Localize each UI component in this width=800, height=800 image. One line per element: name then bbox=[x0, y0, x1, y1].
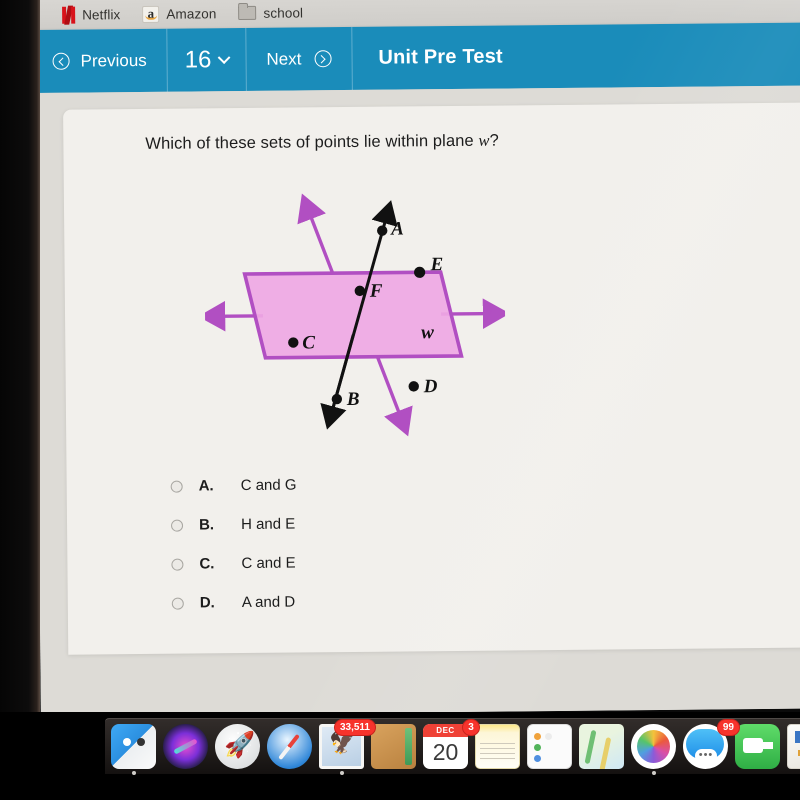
question-number-dropdown[interactable]: 16 bbox=[167, 27, 247, 92]
dock-item-finder[interactable] bbox=[111, 724, 156, 775]
bookmark-label: school bbox=[263, 4, 304, 21]
facetime-icon bbox=[735, 724, 780, 769]
plane-label-w: w bbox=[421, 322, 434, 343]
dock-item-siri[interactable] bbox=[163, 724, 208, 769]
question-card: Which of these sets of points lie within… bbox=[63, 102, 800, 655]
maps-icon bbox=[579, 724, 624, 769]
siri-icon bbox=[163, 724, 208, 769]
point-D-dot bbox=[408, 381, 419, 392]
question-text-after: ? bbox=[489, 131, 499, 150]
point-label-D: D bbox=[423, 376, 438, 397]
amazon-icon: a bbox=[142, 5, 160, 23]
point-label-E: E bbox=[429, 254, 443, 275]
contacts-icon bbox=[371, 724, 416, 769]
option-text: C and G bbox=[240, 476, 297, 495]
bookmark-school[interactable]: school bbox=[238, 5, 303, 21]
point-E-dot bbox=[414, 266, 426, 278]
page-background: Which of these sets of points lie within… bbox=[34, 85, 800, 716]
calendar-day: 20 bbox=[432, 739, 459, 765]
dock-item-reminders[interactable] bbox=[527, 724, 572, 769]
point-F-dot bbox=[354, 285, 366, 297]
radio-button-c[interactable] bbox=[171, 558, 184, 571]
dock-item-photos[interactable] bbox=[631, 724, 676, 775]
test-title: Unit Pre Test bbox=[378, 45, 503, 69]
calendar-icon: DEC 20 bbox=[423, 724, 468, 769]
answer-options-list: A. C and G B. H and E C. C and E D. A an… bbox=[170, 466, 297, 623]
chevron-down-icon bbox=[217, 50, 231, 64]
point-A-dot bbox=[377, 225, 388, 236]
macos-dock-area: 33,511 DEC 20 3 bbox=[0, 712, 800, 800]
dock-item-mail[interactable]: 33,511 bbox=[319, 719, 376, 775]
bookmark-label: Netflix bbox=[82, 6, 121, 23]
option-letter: C. bbox=[199, 555, 215, 573]
photos-icon bbox=[631, 724, 676, 769]
running-indicator bbox=[131, 771, 136, 775]
radio-button-d[interactable] bbox=[171, 597, 184, 610]
bookmark-amazon[interactable]: a Amazon bbox=[142, 5, 217, 23]
answer-option-d[interactable]: D. A and D bbox=[171, 582, 298, 622]
browser-window: Netflix a Amazon school Previous 16 Next… bbox=[34, 0, 800, 716]
pages-icon bbox=[787, 724, 800, 769]
dock-item-messages[interactable]: 99 bbox=[683, 719, 740, 769]
option-letter: B. bbox=[198, 516, 215, 534]
answer-option-b[interactable]: B. H and E bbox=[170, 505, 297, 545]
running-indicator bbox=[339, 771, 344, 775]
reminders-icon bbox=[527, 724, 572, 769]
option-text: C and E bbox=[241, 554, 296, 573]
previous-label: Previous bbox=[80, 50, 147, 71]
point-label-F: F bbox=[369, 281, 383, 302]
point-B-dot bbox=[331, 393, 343, 405]
dock-item-notes[interactable] bbox=[475, 724, 520, 769]
safari-icon bbox=[267, 724, 312, 769]
notes-icon bbox=[475, 724, 520, 769]
point-label-C: C bbox=[302, 332, 315, 353]
running-indicator bbox=[651, 771, 656, 775]
arrow-left-circle-icon bbox=[52, 52, 70, 70]
finder-icon bbox=[111, 724, 156, 769]
dock-item-facetime[interactable] bbox=[735, 724, 780, 769]
next-label: Next bbox=[266, 48, 302, 69]
answer-option-a[interactable]: A. C and G bbox=[170, 466, 297, 506]
option-letter: D. bbox=[199, 594, 215, 612]
question-variable: w bbox=[478, 130, 490, 150]
dock-item-pages[interactable] bbox=[787, 724, 800, 769]
bookmark-netflix[interactable]: Netflix bbox=[62, 5, 121, 25]
point-label-B: B bbox=[346, 389, 360, 410]
netflix-icon bbox=[62, 5, 75, 25]
folder-icon bbox=[238, 5, 257, 21]
geometry-diagram: A E F C B D w bbox=[198, 185, 511, 448]
radio-button-b[interactable] bbox=[170, 519, 184, 532]
dock-item-safari[interactable] bbox=[267, 724, 312, 769]
macos-dock: 33,511 DEC 20 3 bbox=[105, 718, 800, 775]
dock-item-contacts[interactable] bbox=[371, 724, 416, 769]
test-navigation-bar: Previous 16 Next Unit Pre Test bbox=[34, 22, 800, 93]
answer-option-c[interactable]: C. C and E bbox=[171, 543, 297, 583]
messages-unread-badge: 99 bbox=[716, 719, 740, 736]
dock-item-calendar[interactable]: DEC 20 3 bbox=[423, 719, 480, 769]
point-C-dot bbox=[288, 337, 299, 348]
question-number: 16 bbox=[184, 45, 212, 74]
question-text-before: Which of these sets of points lie within… bbox=[145, 131, 479, 153]
arrow-right-circle-icon bbox=[314, 50, 332, 68]
mail-unread-badge: 33,511 bbox=[333, 719, 376, 736]
launchpad-icon bbox=[215, 724, 260, 769]
dock-item-launchpad[interactable] bbox=[215, 724, 260, 769]
option-text: H and E bbox=[240, 515, 296, 534]
photographed-laptop-screen: Netflix a Amazon school Previous 16 Next… bbox=[0, 0, 800, 800]
radio-button-a[interactable] bbox=[170, 480, 183, 493]
plane-figure-svg: A E F C B D w bbox=[198, 193, 511, 437]
dock-item-maps[interactable] bbox=[579, 724, 624, 769]
option-text: A and D bbox=[241, 593, 296, 612]
option-letter: A. bbox=[198, 477, 214, 495]
question-text: Which of these sets of points lie within… bbox=[145, 131, 499, 154]
plane-w-shape bbox=[242, 270, 464, 360]
calendar-badge: 3 bbox=[462, 719, 480, 736]
previous-question-button[interactable]: Previous bbox=[34, 28, 169, 93]
laptop-bezel-left bbox=[0, 0, 40, 714]
point-label-A: A bbox=[390, 218, 404, 239]
bookmark-label: Amazon bbox=[166, 5, 217, 22]
next-question-button[interactable]: Next bbox=[246, 26, 353, 91]
